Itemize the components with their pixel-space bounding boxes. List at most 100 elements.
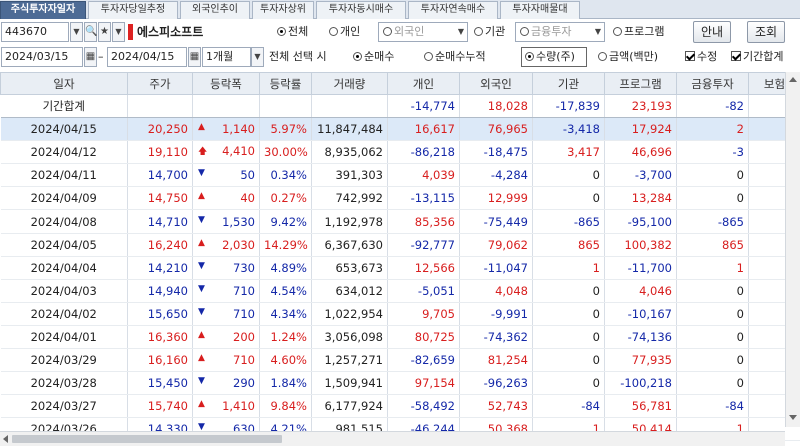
program-cell: 56,781	[604, 394, 677, 419]
favorite-star-icon[interactable]: ★	[98, 22, 111, 42]
market-individual-radio[interactable]: 개인	[329, 22, 360, 42]
table-row[interactable]: 2024/04/11 14,700 ▼ 50 0.34% 391,303 4,039 -4,2…	[0, 163, 800, 188]
price-cell: 19,110	[127, 140, 193, 165]
vertical-scrollbar[interactable]	[785, 72, 800, 427]
col-header-program[interactable]: 프로그램	[604, 72, 677, 95]
table-row[interactable]: 2024/04/08 14,710 ▼ 1,530 9.42% 1,192,978 85,3…	[0, 209, 800, 234]
tab-investor-volume-profile[interactable]: 투자자매물대	[500, 1, 580, 19]
change-value: 1,140	[222, 122, 255, 137]
chevron-down-icon[interactable]: ▼	[251, 47, 264, 67]
rate-cell: 0.27%	[259, 186, 312, 211]
col-header-volume[interactable]: 거래량	[311, 72, 388, 95]
radio-off-icon	[329, 27, 338, 36]
col-header-price[interactable]: 주가	[127, 72, 193, 95]
rate-cell: 4.89%	[259, 256, 312, 280]
calendar-icon[interactable]: ▦	[188, 47, 201, 67]
calendar-icon[interactable]: ▦	[84, 47, 97, 67]
summary-empty	[259, 94, 312, 119]
scroll-left-arrow-icon[interactable]	[3, 435, 8, 443]
col-header-change[interactable]: 등락폭	[192, 72, 260, 95]
table-row[interactable]: 2024/04/04 14,210 ▼ 730 4.89% 653,673 12,566 -1…	[0, 256, 800, 280]
net-buy-radio[interactable]: 순매수	[353, 47, 394, 67]
volume-cell: 6,177,924	[311, 394, 388, 419]
horizontal-scrollbar[interactable]	[0, 431, 785, 446]
unit-amount-radio[interactable]: 금액(백만)	[598, 47, 658, 67]
period-total-row[interactable]: 기간합계 -14,774 18,028 -17,839 23,193 -82	[0, 94, 800, 119]
table-row[interactable]: 2024/03/29 16,160 ▲ 710 4.60% 1,257,271 -82,65…	[0, 348, 800, 373]
price-cell: 15,450	[127, 371, 193, 396]
col-header-date[interactable]: 일자	[0, 72, 128, 95]
institution-cell: 0	[532, 302, 605, 326]
change-value: 50	[240, 168, 255, 183]
date-from-input[interactable]: 2024/03/15	[1, 47, 83, 67]
table-row[interactable]: 2024/04/12 19,110 🡅 4,410 30.00% 8,935,062 -86…	[0, 140, 800, 165]
col-header-fin-invest[interactable]: 금융투자	[676, 72, 749, 95]
up-arrow-icon: ▲	[198, 329, 205, 340]
col-header-foreign[interactable]: 외국인	[459, 72, 533, 95]
date-to-input[interactable]: 2024/04/15	[107, 47, 187, 67]
scroll-down-arrow-icon[interactable]	[789, 415, 797, 420]
table-row[interactable]: 2024/04/03 14,940 ▼ 710 4.54% 634,012 -5,051 4,…	[0, 279, 800, 303]
table-row[interactable]: 2024/03/27 15,740 ▲ 1,410 9.84% 6,177,924 -58,…	[0, 394, 800, 419]
fin-invest-cell: 1	[676, 256, 749, 280]
period-total-checkbox[interactable]: 기간합계	[731, 47, 783, 67]
date-cell: 2024/04/01	[0, 325, 128, 350]
col-header-institution[interactable]: 기관	[532, 72, 605, 95]
tab-investor-daily[interactable]: 주식투자자일자	[0, 1, 86, 19]
search-icon[interactable]: 🔍	[84, 22, 97, 42]
col-header-rate[interactable]: 등락률	[259, 72, 312, 95]
institution-type-select[interactable]: 금융투자 ▼	[515, 22, 605, 42]
up-arrow-icon: ▲	[198, 122, 205, 133]
individual-cell: -92,777	[387, 233, 460, 257]
summary-institution: -17,839	[532, 94, 605, 119]
table-row[interactable]: 2024/04/09 14,750 ▲ 40 0.27% 742,992 -13,115 12…	[0, 186, 800, 211]
volume-cell: 6,367,630	[311, 233, 388, 257]
table-row[interactable]: 2024/03/28 15,450 ▼ 290 1.84% 1,509,941 97,154…	[0, 371, 800, 396]
unit-quantity-radio[interactable]: 수량(주)	[521, 47, 587, 67]
market-institution-radio[interactable]: 기관	[474, 22, 505, 42]
foreign-select[interactable]: 외국인 ▼	[378, 22, 468, 42]
institution-cell: -84	[532, 394, 605, 419]
individual-cell: 4,039	[387, 163, 460, 188]
price-cell: 15,650	[127, 302, 193, 326]
fin-invest-cell: 0	[676, 163, 749, 188]
tab-investor-consecutive-buy[interactable]: 투자자연속매수	[408, 1, 498, 19]
foreign-cell: 76,965	[459, 117, 533, 142]
adjusted-checkbox[interactable]: 수정	[685, 47, 717, 67]
date-cell: 2024/04/03	[0, 279, 128, 303]
program-cell: -3,700	[604, 163, 677, 188]
query-button[interactable]: 조회	[747, 21, 785, 43]
down-arrow-icon: ▼	[198, 283, 205, 294]
fin-invest-cell: 0	[676, 371, 749, 396]
program-radio[interactable]: 프로그램	[613, 22, 664, 42]
table-row[interactable]: 2024/04/05 16,240 ▲ 2,030 14.29% 6,367,630 -92…	[0, 233, 800, 257]
period-select[interactable]: 1개월	[202, 47, 251, 67]
rate-cell: 5.97%	[259, 117, 312, 142]
down-arrow-icon: ▼	[198, 376, 205, 387]
code-dropdown-arrow[interactable]: ▼	[70, 22, 83, 42]
investor-daily-table: 일자 주가 등락폭 등락률 거래량 개인 외국인 기관 프로그램 금융투자 보험…	[0, 72, 800, 442]
info-button[interactable]: 안내	[693, 21, 731, 43]
tab-investor-top[interactable]: 투자자상위	[252, 1, 314, 19]
table-row[interactable]: 2024/04/02 15,650 ▼ 710 4.34% 1,022,954 9,705-…	[0, 302, 800, 326]
tab-investor-simultaneous-buy[interactable]: 투자자동시매수	[316, 1, 406, 19]
stock-code-input[interactable]: 443670	[1, 22, 69, 42]
foreign-cell: 81,254	[459, 348, 533, 373]
institution-cell: 0	[532, 186, 605, 211]
program-label: 프로그램	[624, 25, 665, 38]
tab-foreign-trend[interactable]: 외국인추이	[180, 1, 250, 19]
foreign-cell: 12,999	[459, 186, 533, 211]
col-header-individual[interactable]: 개인	[387, 72, 460, 95]
net-buy-cumulative-radio[interactable]: 순매수누적	[424, 47, 486, 67]
market-all-radio[interactable]: 전체	[277, 22, 308, 42]
stock-color-flag-icon	[128, 24, 133, 40]
scroll-thumb[interactable]	[12, 435, 282, 443]
table-row[interactable]: 2024/04/15 20,250 ▲ 1,140 5.97% 11,847,484 16,…	[0, 117, 800, 142]
volume-cell: 391,303	[311, 163, 388, 188]
menu-icon[interactable]: ▼	[112, 22, 125, 42]
table-row[interactable]: 2024/04/01 16,360 ▲ 200 1.24% 3,056,098 80,725…	[0, 325, 800, 350]
checkbox-checked-icon	[685, 51, 695, 61]
scroll-up-arrow-icon[interactable]	[789, 77, 797, 82]
fin-invest-cell: -865	[676, 209, 749, 234]
tab-investor-today-estimate[interactable]: 투자자당일추정	[88, 1, 178, 19]
